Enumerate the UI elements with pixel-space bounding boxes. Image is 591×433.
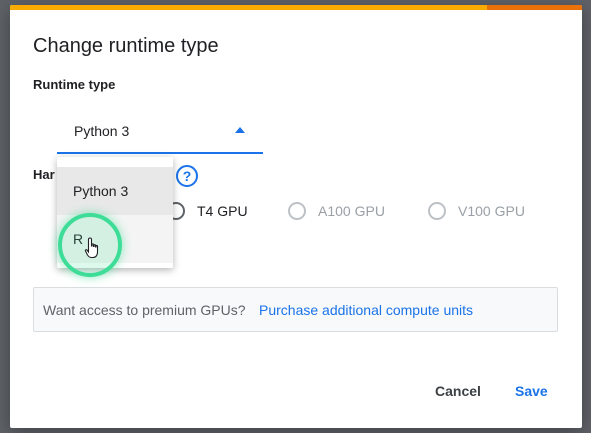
radio-circle <box>428 202 446 220</box>
radio-circle <box>288 202 306 220</box>
change-runtime-dialog: Change runtime type Runtime type Python … <box>10 5 582 428</box>
premium-gpu-text: Want access to premium GPUs? <box>43 302 246 318</box>
purchase-compute-units-link[interactable]: Purchase additional compute units <box>259 302 473 318</box>
dialog-title: Change runtime type <box>33 35 219 57</box>
save-button[interactable]: Save <box>515 383 548 399</box>
caret-up-icon <box>235 127 245 133</box>
runtime-type-label: Runtime type <box>33 77 116 92</box>
radio-label: A100 GPU <box>318 203 385 219</box>
cancel-button[interactable]: Cancel <box>435 383 481 399</box>
hand-pointer-icon <box>84 237 99 259</box>
hardware-accelerator-label: Har <box>33 167 55 182</box>
premium-gpu-info-box: Want access to premium GPUs? Purchase ad… <box>33 287 558 332</box>
dropdown-option-label: Python 3 <box>73 183 129 199</box>
dialog-top-bar-accent <box>487 5 582 10</box>
dropdown-option-python3[interactable]: Python 3 <box>57 167 173 215</box>
radio-label: V100 GPU <box>458 203 525 219</box>
radio-label: T4 GPU <box>197 203 248 219</box>
runtime-type-select[interactable]: Python 3 <box>57 110 263 154</box>
help-icon[interactable]: ? <box>176 165 198 187</box>
runtime-type-value: Python 3 <box>74 123 130 139</box>
